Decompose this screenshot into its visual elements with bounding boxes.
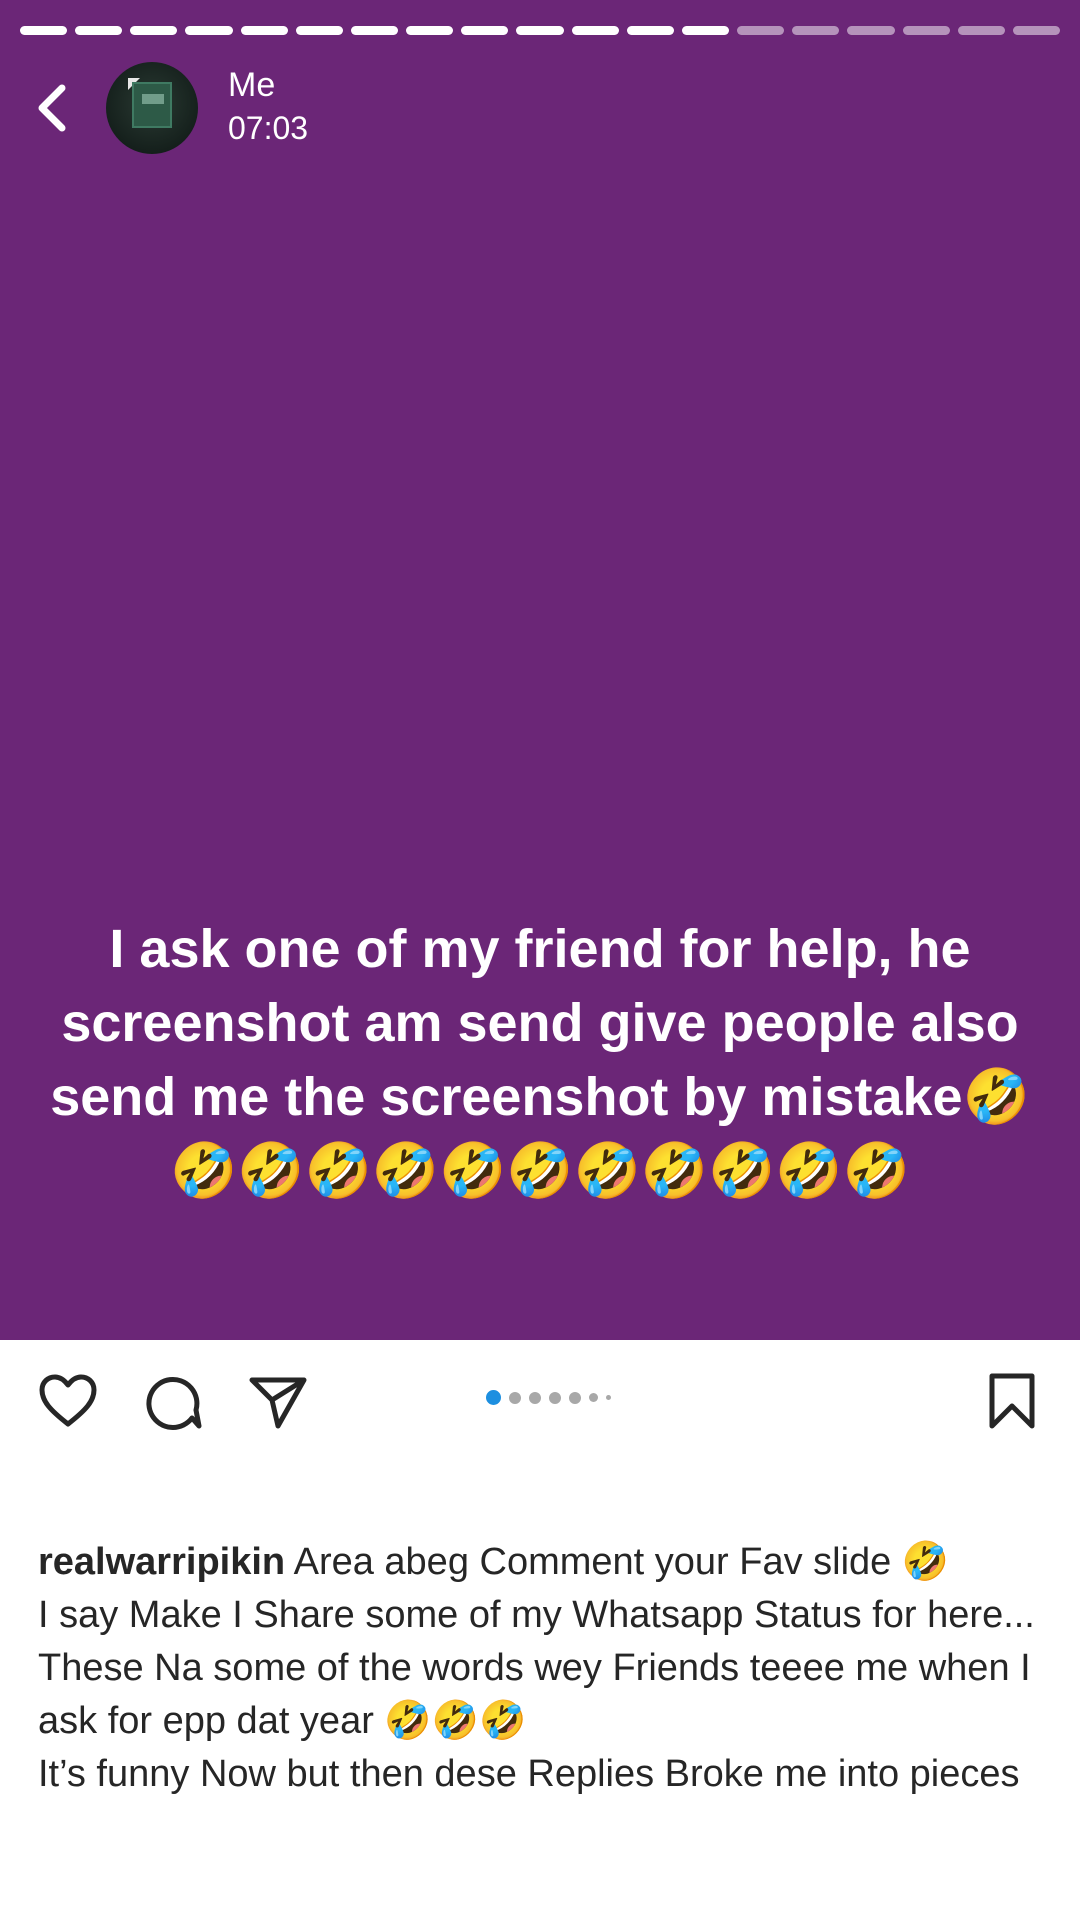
carousel-dot bbox=[589, 1393, 598, 1402]
progress-segment bbox=[902, 26, 950, 35]
progress-segment bbox=[571, 26, 619, 35]
story-timestamp: 07:03 bbox=[228, 110, 309, 146]
avatar-image-icon bbox=[132, 82, 172, 128]
caption-line: I say Make I Share some of my Whatsapp S… bbox=[38, 1594, 1035, 1636]
avatar[interactable] bbox=[106, 62, 198, 154]
back-button[interactable] bbox=[30, 80, 78, 136]
caption-first-line: Area abeg Comment your Fav slide 🤣 bbox=[293, 1541, 950, 1583]
status-text: I ask one of my friend for help, he scre… bbox=[50, 919, 1030, 1201]
heart-icon bbox=[39, 1374, 97, 1427]
carousel-dot bbox=[569, 1391, 581, 1404]
carousel-dot-active bbox=[486, 1390, 501, 1405]
bookmark-icon bbox=[989, 1373, 1035, 1429]
progress-segment bbox=[295, 26, 343, 35]
story-author-name[interactable]: Me bbox=[228, 66, 275, 105]
caption-username[interactable]: realwarripikin bbox=[38, 1541, 285, 1583]
progress-segment bbox=[240, 26, 288, 35]
story-progress-bar bbox=[20, 26, 1060, 36]
send-icon bbox=[249, 1377, 307, 1429]
progress-segment bbox=[20, 26, 68, 35]
progress-segment bbox=[681, 26, 730, 35]
post-caption: realwarripikin Area abeg Comment your Fa… bbox=[38, 1536, 1048, 1801]
progress-segment bbox=[737, 26, 785, 35]
progress-segment bbox=[75, 26, 123, 35]
progress-segment bbox=[847, 26, 895, 35]
carousel-indicator bbox=[486, 1390, 611, 1405]
progress-segment bbox=[957, 26, 1005, 35]
chevron-left-icon bbox=[38, 84, 66, 132]
progress-segment bbox=[792, 26, 840, 35]
progress-segment bbox=[350, 26, 399, 35]
carousel-dot bbox=[606, 1395, 611, 1400]
like-button[interactable] bbox=[38, 1372, 98, 1432]
carousel-dot bbox=[529, 1391, 541, 1404]
carousel-dot bbox=[549, 1391, 561, 1404]
caption-line: It’s funny Now but then dese Replies Bro… bbox=[38, 1753, 1020, 1795]
comment-icon bbox=[146, 1376, 202, 1430]
progress-segment bbox=[185, 26, 233, 35]
save-button[interactable] bbox=[982, 1372, 1042, 1432]
progress-segment bbox=[1012, 26, 1060, 35]
progress-segment bbox=[461, 26, 509, 35]
caption-line: These Na some of the words wey Friends t… bbox=[38, 1647, 1042, 1742]
progress-segment bbox=[626, 26, 674, 35]
progress-segment bbox=[516, 26, 564, 35]
share-button[interactable] bbox=[248, 1372, 308, 1432]
story-view[interactable]: Me 07:03 I ask one of my friend for help… bbox=[0, 0, 1080, 1340]
progress-segment bbox=[130, 26, 178, 35]
progress-segment bbox=[406, 26, 454, 35]
comment-button[interactable] bbox=[144, 1372, 204, 1432]
carousel-dot bbox=[509, 1391, 521, 1404]
